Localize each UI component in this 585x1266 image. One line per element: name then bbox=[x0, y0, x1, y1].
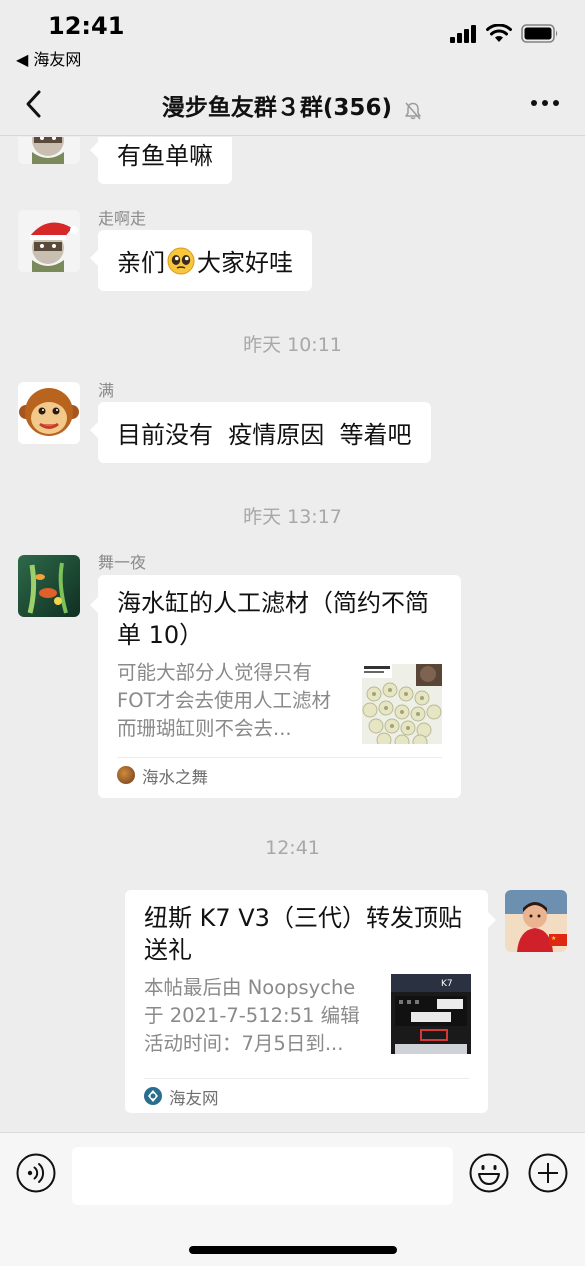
ceramic-rings-thumbnail bbox=[362, 664, 442, 744]
svg-text:★: ★ bbox=[551, 935, 556, 942]
santa-ninja-avatar-image bbox=[18, 137, 80, 164]
back-to-app-link[interactable]: ◀ 海友网 bbox=[16, 46, 81, 70]
emoji-icon[interactable] bbox=[469, 1153, 509, 1193]
avatar-santa-ninja[interactable] bbox=[18, 210, 80, 272]
wifi-icon bbox=[486, 24, 512, 42]
monkey-avatar-image bbox=[18, 382, 80, 444]
status-icons bbox=[450, 24, 559, 43]
sender-name: 满 bbox=[98, 381, 115, 400]
chat-title-group: 漫步鱼友群３群(356) bbox=[0, 88, 585, 122]
svg-text:K7: K7 bbox=[441, 979, 453, 989]
link-card[interactable]: 海水缸的人工滤材（简约不简单 10） 可能大部分人觉得只有FOT才会去使用人工滤… bbox=[90, 575, 461, 798]
child-red-shirt-avatar-image: ★ bbox=[505, 890, 567, 952]
status-bar: 12:41 ◀ 海友网 bbox=[0, 0, 585, 72]
source-logo-icon bbox=[117, 766, 135, 784]
link-card-title: 纽斯 K7 V3（三代）转发顶贴送礼 bbox=[144, 904, 462, 964]
home-indicator[interactable] bbox=[189, 1246, 397, 1254]
link-card-divider bbox=[117, 757, 442, 758]
voice-input-icon[interactable] bbox=[16, 1153, 56, 1193]
pleading-face-emoji-icon bbox=[167, 247, 195, 274]
avatar-monkey[interactable] bbox=[18, 382, 80, 444]
timestamp-separator: 12:41 bbox=[265, 837, 320, 859]
timestamp-separator: 昨天 10:11 bbox=[243, 334, 342, 356]
message-text: 目前没有 疫情原因 等着吧 bbox=[117, 421, 412, 449]
device-photo-thumbnail: K7 bbox=[391, 974, 471, 1054]
signal-icon bbox=[450, 24, 476, 43]
message-bubble[interactable]: 有鱼单嘛 bbox=[90, 137, 232, 184]
chat-title: 漫步鱼友群３群(356) bbox=[161, 95, 392, 121]
link-card-source: 海友网 bbox=[169, 1089, 219, 1108]
link-card[interactable]: 纽斯 K7 V3（三代）转发顶贴送礼 本帖最后由 Noopsyche 于 202… bbox=[125, 890, 496, 1113]
message-input[interactable] bbox=[72, 1147, 453, 1205]
sender-name: 舞一夜 bbox=[98, 553, 147, 572]
fish-tank-avatar-image bbox=[18, 555, 80, 617]
santa-ninja-avatar-image bbox=[18, 210, 80, 272]
message-text: 有鱼单嘛 bbox=[117, 141, 213, 170]
message-bubble[interactable]: 亲们 大家好哇 bbox=[90, 230, 312, 291]
source-logo-icon bbox=[144, 1087, 162, 1105]
plus-icon[interactable] bbox=[528, 1153, 568, 1193]
message-bubble[interactable]: 目前没有 疫情原因 等着吧 bbox=[90, 402, 431, 463]
avatar-santa-ninja[interactable] bbox=[18, 137, 80, 164]
sender-name: 走啊走 bbox=[98, 209, 147, 228]
avatar-fish-tank[interactable] bbox=[18, 555, 80, 617]
link-card-source: 海水之舞 bbox=[142, 768, 208, 787]
avatar-self[interactable]: ★ bbox=[505, 890, 567, 952]
status-time: 12:41 bbox=[48, 12, 125, 40]
chat-header: 漫步鱼友群３群(356) bbox=[0, 72, 585, 136]
mute-bell-icon bbox=[405, 102, 421, 119]
link-card-title: 海水缸的人工滤材（简约不简单 10） bbox=[117, 589, 429, 649]
link-card-description: 本帖最后由 Noopsyche 于 2021-7-512:51 编辑 活动时间：… bbox=[144, 976, 360, 1055]
battery-icon bbox=[521, 24, 558, 43]
message-text-part: 大家好哇 bbox=[197, 249, 293, 277]
link-card-divider bbox=[144, 1078, 469, 1079]
timestamp-separator: 昨天 13:17 bbox=[243, 506, 342, 528]
more-options-icon[interactable] bbox=[531, 100, 559, 106]
message-list: 有鱼单嘛 走啊走 亲们 大家好哇 昨天 10:11 满 目前没有 疫情原因 等着… bbox=[0, 137, 585, 1132]
message-text-part: 亲们 bbox=[117, 249, 165, 277]
link-card-description: 可能大部分人觉得只有FOT才会去使用人工滤材而珊瑚缸则不会去... bbox=[117, 661, 331, 740]
